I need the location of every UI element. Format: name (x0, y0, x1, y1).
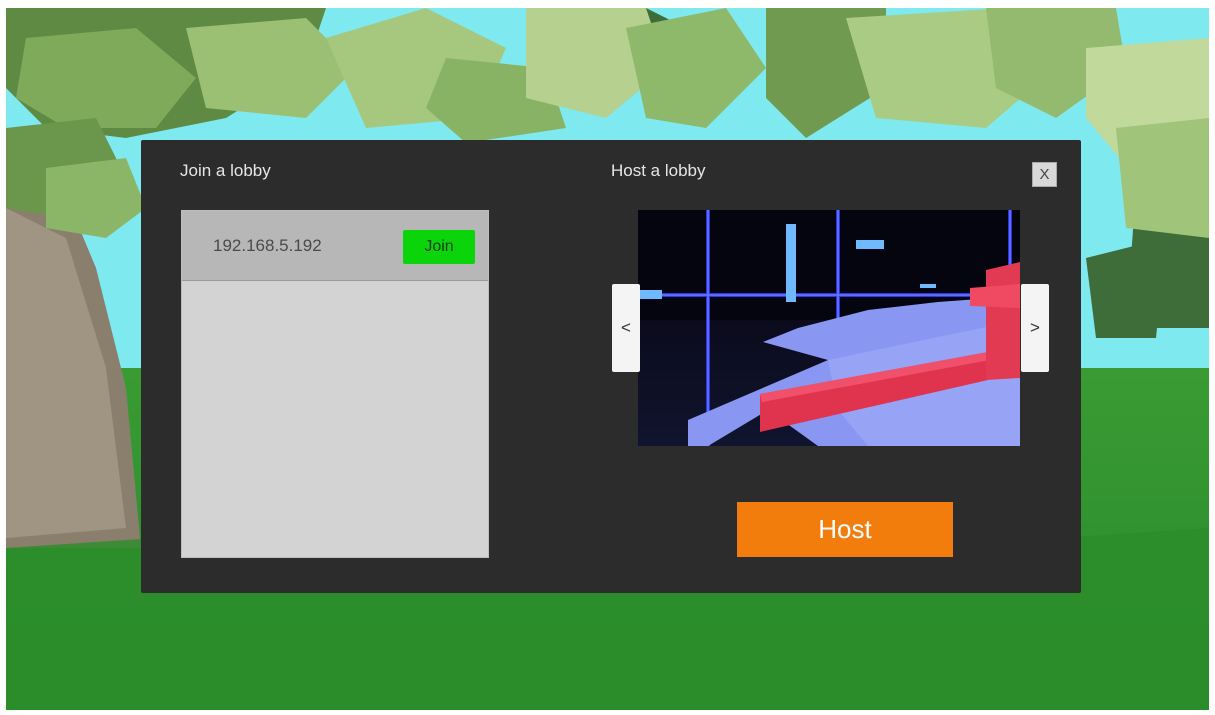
host-button[interactable]: Host (737, 502, 953, 557)
previous-map-button[interactable]: < (612, 284, 640, 372)
host-lobby-title: Host a lobby (611, 161, 706, 180)
next-map-button[interactable]: > (1021, 284, 1049, 372)
lobby-dialog: Join a lobby Host a lobby X 192.168.5.19… (141, 140, 1081, 593)
lobby-list: 192.168.5.192 Join (181, 210, 489, 558)
lobby-list-item: 192.168.5.192 Join (182, 211, 488, 281)
close-button[interactable]: X (1032, 162, 1057, 187)
map-preview-image (638, 210, 1020, 446)
join-button[interactable]: Join (403, 230, 475, 264)
lobby-address: 192.168.5.192 (213, 236, 322, 255)
join-lobby-title: Join a lobby (180, 161, 271, 180)
